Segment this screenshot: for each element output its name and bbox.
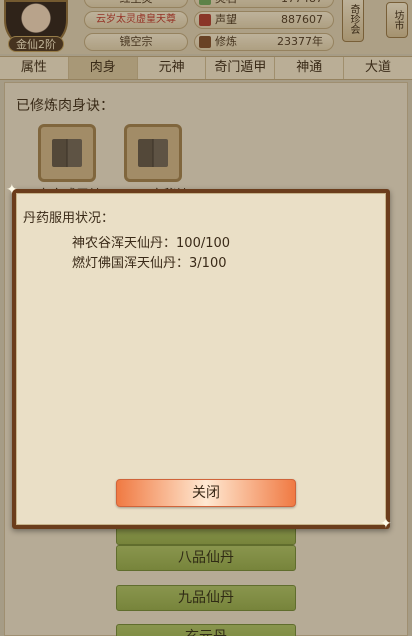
sparkle-icon: ✦ [380, 516, 392, 532]
elixir-count: 100/100 [176, 236, 231, 251]
elixir-count: 3/100 [189, 256, 227, 271]
dialog-title: 丹药服用状况： [23, 211, 115, 226]
elixir-name: 燃灯佛国浑天仙丹 [72, 256, 177, 271]
sparkle-icon: ✦ [6, 182, 18, 198]
elixir-row: 燃灯佛国浑天仙丹：3/100 [72, 256, 227, 271]
elixir-row: 神农谷浑天仙丹：100/100 [72, 236, 231, 251]
elixir-name: 神农谷浑天仙丹 [72, 236, 164, 251]
close-button[interactable]: 关闭 [116, 479, 296, 507]
